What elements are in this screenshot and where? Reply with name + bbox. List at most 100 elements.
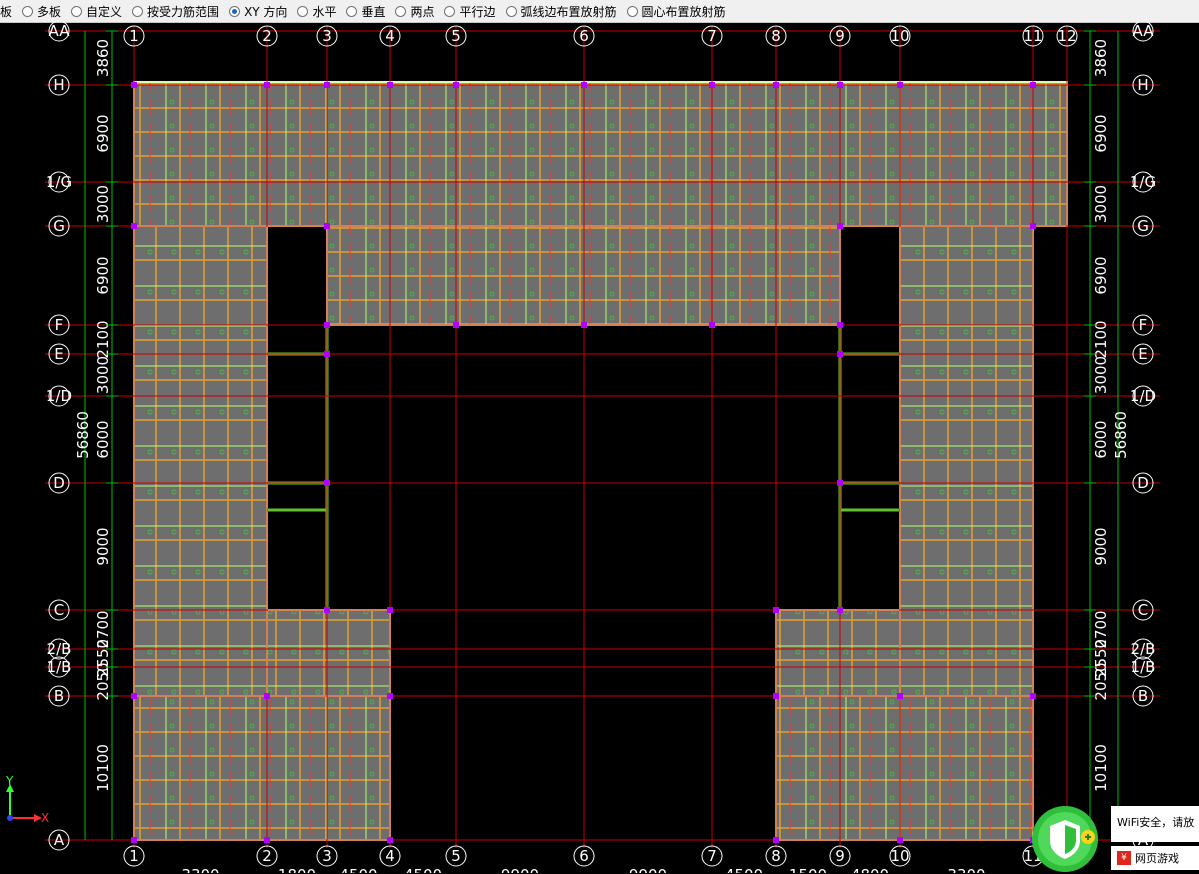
dimension-label: 6000 [1092,420,1110,458]
axis-node [324,480,330,486]
dimension-label: 3000 [1092,356,1110,394]
slab-panel [775,695,1034,841]
dimension-label: 3860 [94,39,112,77]
shield-check-icon[interactable] [1030,804,1100,874]
bottom-dimension-label: 9900 [501,866,539,873]
axis-bubble: 6 [573,845,595,867]
slab-region-group [133,81,1068,841]
bottom-dimension-label: 1800 [278,866,316,873]
axis-label: 5 [451,847,461,865]
radio-icon[interactable] [297,5,309,17]
axis-label: E [1138,345,1147,363]
axis-label: 3 [322,27,332,45]
axis-label: 1 [129,27,139,45]
dimension-label: 2100 [1092,320,1110,358]
rebar-mode-label: 多板 [37,4,62,19]
axis-label: B [54,687,64,705]
rebar-mode-option[interactable]: 平行边 [444,3,496,20]
axis-bubble: 1/D [46,385,72,407]
radio-icon[interactable] [22,5,34,17]
axis-label: 1/B [47,658,72,676]
axis-node [131,82,137,88]
axis-node [387,607,393,613]
axis-label: 5 [451,27,461,45]
axis-node [453,82,459,88]
rebar-mode-option[interactable]: 水平 [297,3,336,20]
cad-drawing-canvas[interactable]: 1122334455667788991010111112AA AAH H1/G 1/G… [0,22,1199,873]
axis-node [581,82,587,88]
rebar-mode-option[interactable]: 多板 [22,3,61,20]
axis-label: 12 [1057,27,1076,45]
axis-node [131,837,137,843]
axis-label: F [1139,316,1148,334]
axis-bubble: 1/D [1130,385,1156,407]
axis-label: 1/B [1131,658,1156,676]
axis-node [897,837,903,843]
radio-icon[interactable] [395,5,407,17]
axis-bubble: 9 [829,25,851,47]
axis-node [709,82,715,88]
radio-icon[interactable] [346,5,358,17]
axis-label: 1/D [46,387,72,405]
axis-label: 8 [771,847,781,865]
axis-bubble: 11 [1022,25,1044,47]
wifi-security-popup[interactable]: WiFi安全，请放 [1111,806,1199,842]
axis-node [773,837,779,843]
axis-node [837,351,843,357]
axis-node [1030,223,1036,229]
dimension-label: 3000 [94,185,112,223]
slab-panel [133,225,268,697]
axis-label: 1/D [1130,387,1156,405]
dimension-label: 3000 [94,356,112,394]
dimension-label: 2100 [94,320,112,358]
axis-label: 6 [579,847,589,865]
rebar-mode-option[interactable]: 垂直 [346,3,385,20]
rebar-mode-label: 圆心布置放射筋 [641,4,726,19]
rebar-mode-option[interactable]: 板 [0,3,12,20]
axis-label: 11 [1023,27,1042,45]
rebar-mode-label: 按受力筋范围 [147,4,220,19]
axis-node [837,322,843,328]
rebar-toolbar: 板 多板 自定义 按受力筋范围 XY 方向 水平 垂直 两点 平行边 弧线边布置放射筋 圆心布置放射… [0,0,1199,23]
axis-label: 2/B [47,640,72,658]
dimension-label: 3000 [1092,185,1110,223]
axis-bubble: 8 [765,845,787,867]
web-game-popup[interactable]: ¥ 网页游戏 [1111,846,1199,870]
axis-label: D [1137,474,1149,492]
rebar-mode-option[interactable]: 圆心布置放射筋 [626,3,726,20]
radio-icon[interactable] [132,5,144,17]
dimension-label: 6900 [1092,256,1110,294]
axis-bubble: 6 [573,25,595,47]
rebar-mode-label: 自定义 [86,4,123,19]
axis-bubble: 2/B [1131,638,1156,660]
axis-label: E [54,345,63,363]
axis-bubble: AA [1132,22,1154,42]
axis-node [709,322,715,328]
dimension-label: 6900 [1092,114,1110,152]
axis-label: AA [49,22,71,40]
axis-bubble: 1/B [1131,656,1156,678]
radio-icon[interactable] [229,5,241,17]
axis-label: 1 [129,847,139,865]
radio-icon[interactable] [505,5,517,17]
rebar-mode-option[interactable]: 两点 [395,3,434,20]
axis-bubble: 3 [316,25,338,47]
axis-label: 9 [835,847,845,865]
axis-node [453,322,459,328]
rebar-mode-option[interactable]: 按受力筋范围 [132,3,219,20]
radio-icon[interactable] [626,5,638,17]
dimension-label: 9000 [1092,527,1110,565]
axis-bubble: 12 [1056,25,1078,47]
radio-icon[interactable] [71,5,83,17]
axis-bubble: 9 [829,845,851,867]
axis-node [324,607,330,613]
axis-label: 2/B [1131,640,1156,658]
axis-label: 6 [579,27,589,45]
rebar-mode-option[interactable]: XY 方向 [229,3,287,20]
axis-bubble: 1/G [46,171,72,193]
rebar-mode-option[interactable]: 自定义 [71,3,122,20]
radio-icon[interactable] [444,5,456,17]
axis-label: 4 [385,847,395,865]
dimension-label: 2050 [94,662,112,700]
rebar-mode-option[interactable]: 弧线边布置放射筋 [505,3,617,20]
